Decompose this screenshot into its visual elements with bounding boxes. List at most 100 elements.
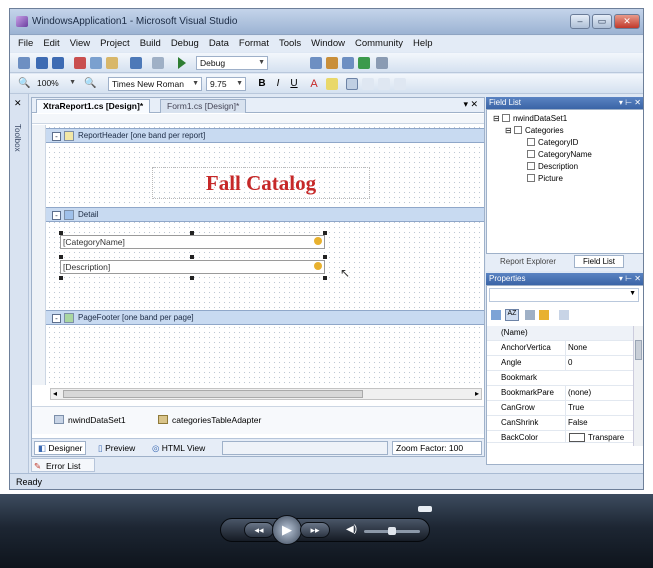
maximize-button[interactable]: ▭ (592, 14, 612, 29)
justify-icon[interactable] (394, 78, 406, 90)
zoom-select[interactable]: 100% ▼ (34, 77, 78, 91)
smart-tag-icon[interactable] (314, 237, 322, 245)
save-all-icon[interactable] (52, 57, 64, 69)
next-button[interactable]: ▸▸ (300, 522, 330, 538)
zoom-in-icon[interactable]: 🔍 (84, 78, 96, 90)
property-value[interactable]: True (565, 401, 633, 415)
find-icon[interactable] (310, 57, 322, 69)
scrollbar-thumb[interactable] (635, 340, 642, 360)
start-debugging-icon[interactable] (178, 57, 186, 69)
tree-node-column[interactable]: CategoryID (527, 138, 578, 147)
close-document-icon[interactable]: ▾ ✕ (463, 99, 478, 110)
volume-slider[interactable] (364, 527, 420, 535)
cut-icon[interactable] (74, 57, 86, 69)
align-right-icon[interactable] (378, 78, 390, 90)
band-report-header[interactable]: - ReportHeader [one band per report] (46, 128, 484, 143)
menu-tools[interactable]: Tools (274, 36, 306, 52)
property-row[interactable]: (Name) (487, 326, 633, 341)
property-pages-icon[interactable] (559, 310, 569, 320)
copy-icon[interactable] (90, 57, 102, 69)
property-row[interactable]: AnchorVertica None (487, 341, 633, 356)
property-row[interactable]: BackColor Transpare (487, 431, 633, 443)
menu-project[interactable]: Project (95, 36, 135, 52)
horizontal-scrollbar[interactable]: ◂ ▸ (50, 388, 482, 400)
properties-window-icon[interactable] (342, 57, 354, 69)
resize-handle[interactable] (190, 255, 194, 259)
align-center-icon[interactable] (362, 78, 374, 90)
minimize-button[interactable]: – (570, 14, 590, 29)
expand-icon[interactable]: ⊟ (493, 114, 500, 123)
solution-config-select[interactable]: Debug ▼ (196, 56, 268, 70)
tree-node-table[interactable]: ⊟ Categories (505, 126, 564, 135)
property-row[interactable]: BookmarkPare (none) (487, 386, 633, 401)
collapse-icon[interactable]: - (52, 132, 61, 141)
menu-data[interactable]: Data (204, 36, 234, 52)
property-row[interactable]: CanShrink False (487, 416, 633, 431)
tab-designer[interactable]: ◧ Designer (34, 441, 87, 455)
resize-handle[interactable] (323, 231, 327, 235)
menu-debug[interactable]: Debug (166, 36, 204, 52)
tab-xtrareport1-design[interactable]: XtraReport1.cs [Design]* (36, 99, 151, 113)
menu-window[interactable]: Window (306, 36, 350, 52)
tree-node-column[interactable]: Description (527, 162, 578, 171)
zoom-factor-box[interactable]: Zoom Factor: 100 (392, 441, 482, 455)
tab-report-explorer[interactable]: Report Explorer (500, 257, 556, 266)
expand-icon[interactable]: ⊟ (505, 126, 512, 135)
tree-node-column[interactable]: CategoryName (527, 150, 592, 159)
align-left-icon[interactable] (346, 78, 358, 90)
catalog-title-label[interactable]: Fall Catalog (152, 167, 370, 199)
bold-icon[interactable]: B (256, 78, 268, 90)
menu-view[interactable]: View (65, 36, 95, 52)
new-project-icon[interactable] (18, 57, 30, 69)
property-row[interactable]: Bookmark (487, 371, 633, 386)
resize-handle[interactable] (59, 231, 63, 235)
font-color-icon[interactable]: A (308, 78, 320, 90)
scroll-right-icon[interactable]: ▸ (475, 389, 479, 398)
font-size-select[interactable]: 9.75 ▼ (206, 77, 246, 91)
redo-icon[interactable] (152, 57, 164, 69)
tab-preview[interactable]: ▯ Preview (94, 441, 139, 455)
tab-html-view[interactable]: ◎ HTML View (148, 441, 209, 455)
menu-format[interactable]: Format (234, 36, 274, 52)
scrollbar-thumb[interactable] (63, 390, 363, 398)
solution-explorer-icon[interactable] (326, 57, 338, 69)
events-icon[interactable] (539, 310, 549, 320)
resize-handle[interactable] (190, 231, 194, 235)
previous-button[interactable]: ◂◂ (244, 522, 274, 538)
resize-handle[interactable] (323, 276, 327, 280)
band-detail[interactable]: - Detail (46, 207, 484, 222)
resize-handle[interactable] (59, 276, 63, 280)
volume-slider-thumb[interactable] (388, 527, 396, 535)
menu-file[interactable]: File (10, 36, 38, 52)
tree-node-dataset[interactable]: ⊟ nwindDataSet1 (493, 114, 567, 123)
play-button[interactable]: ▶ (272, 515, 302, 545)
smart-tag-icon[interactable] (314, 262, 322, 270)
categorized-icon[interactable] (491, 310, 501, 320)
toolbox-window-icon[interactable] (376, 57, 388, 69)
menu-help[interactable]: Help (408, 36, 438, 52)
paste-icon[interactable] (106, 57, 118, 69)
property-value[interactable]: (none) (565, 386, 633, 400)
dataset-component[interactable]: nwindDataSet1 (68, 415, 126, 425)
property-row[interactable]: Angle 0 (487, 356, 633, 371)
toolbox-pin-icon[interactable]: ✕ (14, 98, 22, 109)
category-name-field[interactable]: [CategoryName] (60, 235, 325, 249)
close-button[interactable]: ✕ (614, 14, 640, 29)
property-value[interactable]: None (565, 341, 633, 355)
tab-field-list[interactable]: Field List (574, 255, 625, 268)
menu-build[interactable]: Build (135, 36, 166, 52)
menu-edit[interactable]: Edit (38, 36, 64, 52)
pane-controls-icon[interactable]: ▾ ⊢ ✕ (619, 97, 641, 109)
object-select[interactable]: ▼ (489, 288, 639, 302)
tree-node-column[interactable]: Picture (527, 174, 563, 183)
description-field[interactable]: [Description] (60, 260, 325, 274)
pane-controls-icon[interactable]: ▾ ⊢ ✕ (619, 273, 641, 285)
italic-icon[interactable]: I (272, 78, 284, 90)
collapse-icon[interactable]: - (52, 211, 61, 220)
property-row[interactable]: CanGrow True (487, 401, 633, 416)
resize-handle[interactable] (190, 276, 194, 280)
scroll-left-icon[interactable]: ◂ (53, 389, 57, 398)
design-surface[interactable]: - ReportHeader [one band per report] Fal… (32, 125, 484, 385)
alphabetical-icon[interactable]: AZ (505, 309, 519, 321)
adapter-component[interactable]: categoriesTableAdapter (172, 415, 261, 425)
